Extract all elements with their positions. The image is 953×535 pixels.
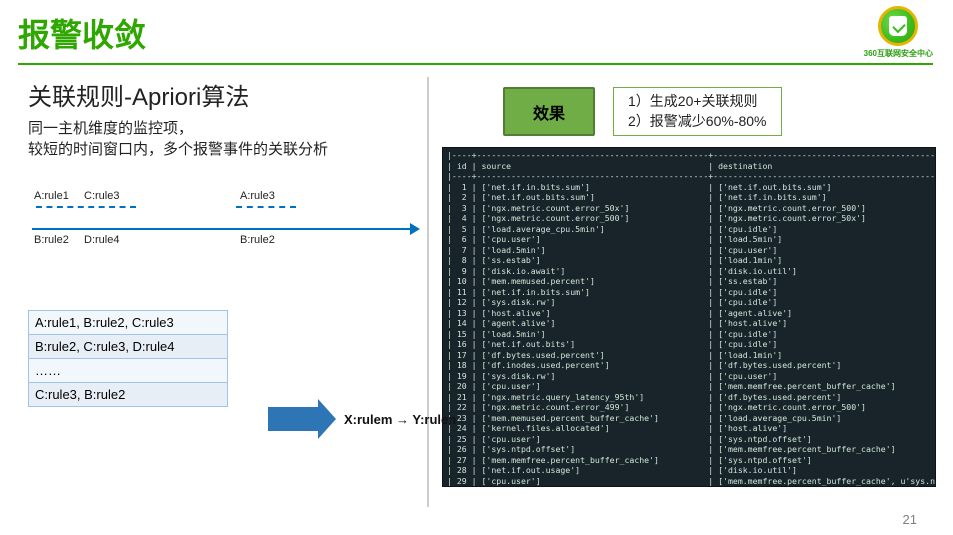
- timeline-label: B:rule2: [34, 234, 69, 246]
- timeline-label: D:rule4: [84, 234, 119, 246]
- effect-line: 2）报警减少60%-80%: [628, 112, 767, 132]
- table-row: A:rule1, B:rule2, C:rule3: [29, 311, 227, 335]
- arrow-right-icon: [410, 223, 420, 235]
- derivation-arrow: X:rulem → Y:rulen: [268, 407, 456, 431]
- brand-logo-text: 360互联网安全中心: [864, 48, 933, 59]
- timeline-label: B:rule2: [240, 234, 275, 246]
- derivation-text: X:rulem → Y:rulen: [344, 412, 456, 427]
- section-description: 同一主机维度的监控项， 较短的时间窗口内，多个报警事件的关联分析: [28, 118, 423, 160]
- table-row: B:rule2, C:rule3, D:rule4: [29, 335, 227, 359]
- brand-logo: 360互联网安全中心: [864, 6, 933, 59]
- effect-badge: 效果: [503, 87, 595, 136]
- terminal-output: |----+----------------------------------…: [443, 148, 935, 486]
- effect-line: 1）生成20+关联规则: [628, 92, 767, 112]
- effect-box: 1）生成20+关联规则 2）报警减少60%-80%: [613, 87, 782, 136]
- desc-line: 同一主机维度的监控项，: [28, 118, 423, 139]
- arrow-right-icon: [268, 407, 318, 431]
- shield-icon: [878, 6, 918, 46]
- slide-title: 报警收敛: [18, 10, 146, 56]
- desc-line: 较短的时间窗口内，多个报警事件的关联分析: [28, 139, 423, 160]
- table-row: C:rule3, B:rule2: [29, 383, 227, 406]
- rule-table: A:rule1, B:rule2, C:rule3 B:rule2, C:rul…: [28, 310, 228, 407]
- section-subtitle: 关联规则-Apriori算法: [28, 77, 423, 112]
- timeline-label: A:rule3: [240, 190, 275, 202]
- column-divider: [427, 77, 429, 507]
- page-number: 21: [903, 512, 917, 527]
- table-row: ……: [29, 359, 227, 383]
- timeline-label: A:rule1: [34, 190, 69, 202]
- timeline-label: C:rule3: [84, 190, 119, 202]
- timeline-diagram: A:rule1 C:rule3 A:rule3 B:rule2 D:rule4 …: [28, 190, 418, 260]
